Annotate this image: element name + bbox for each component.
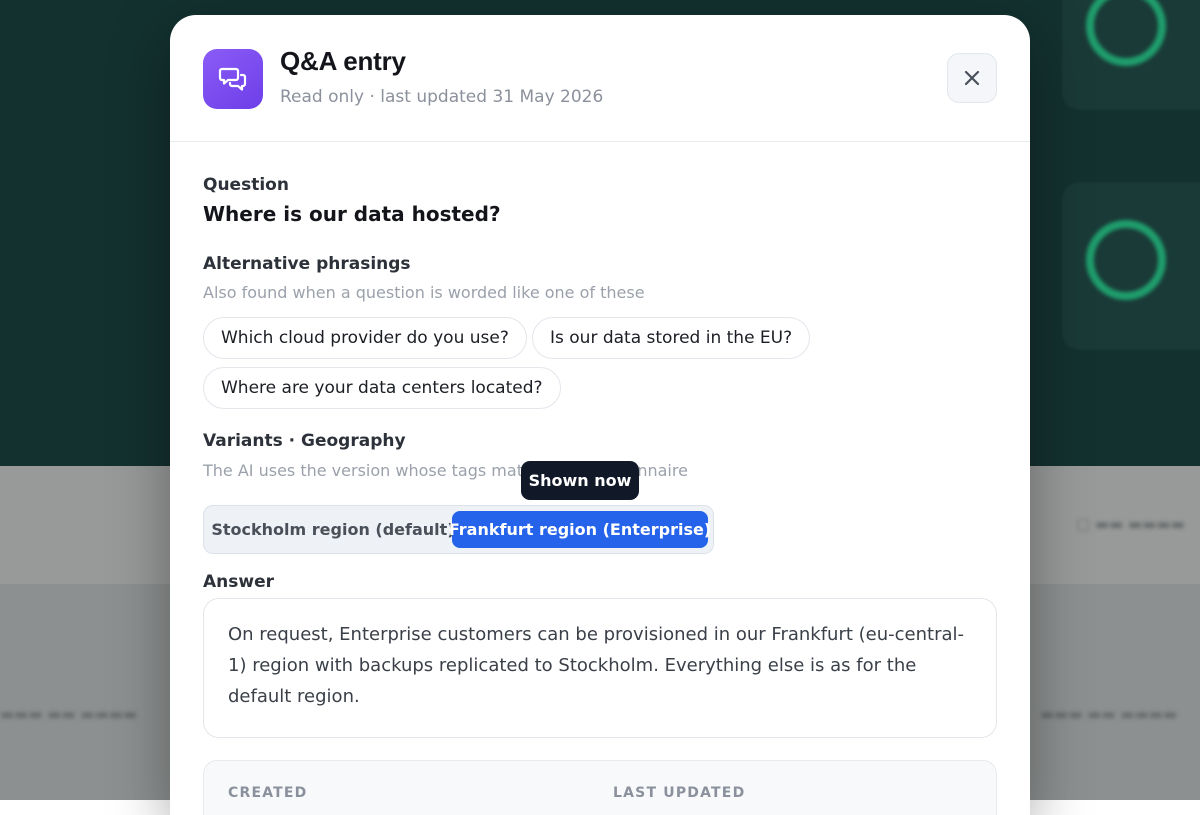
alternative-phrasing-chip[interactable]: Which cloud provider do you use? (203, 317, 527, 359)
chat-bubbles-icon (203, 49, 263, 109)
modal-header: Q&A entry Read only · last updated 31 Ma… (170, 15, 1030, 142)
entry-metadata-card: CREATED LAST UPDATED (203, 760, 997, 815)
background-progress-ring (1086, 220, 1166, 300)
alternatives-hint: Also found when a question is worded lik… (203, 283, 645, 302)
answer-text: On request, Enterprise customers can be … (203, 598, 997, 738)
question-label: Question (203, 175, 289, 195)
question-text: Where is our data hosted? (203, 202, 501, 226)
alternative-phrasing-chip[interactable]: Is our data stored in the EU? (532, 317, 811, 359)
variant-option-frankfurt[interactable]: Frankfurt region (Enterprise) (449, 511, 711, 548)
background-row-text: ▬▬▬ ▬▬ ▬▬▬▬ (0, 705, 138, 723)
variant-option-stockholm[interactable]: Stockholm region (default) (211, 511, 454, 548)
answer-label: Answer (203, 572, 274, 592)
close-icon (964, 70, 980, 86)
created-label: CREATED (228, 785, 308, 801)
background-filter-text: ▢ ▬▬ ▬▬▬▬ (1076, 515, 1185, 533)
background-stat-card (1062, 0, 1200, 110)
qa-entry-modal: Q&A entry Read only · last updated 31 Ma… (170, 15, 1030, 815)
background-progress-ring (1086, 0, 1166, 66)
last-updated-label: LAST UPDATED (613, 785, 746, 801)
close-button[interactable] (947, 53, 997, 103)
variants-label: Variants · Geography (203, 431, 406, 451)
background-row-text: ▬▬▬ ▬▬ ▬▬▬▬ (1040, 705, 1178, 723)
shown-now-tooltip: Shown now (521, 461, 639, 500)
alternative-phrasing-chip[interactable]: Where are your data centers located? (203, 367, 561, 409)
variant-selector: Stockholm region (default) Frankfurt reg… (203, 505, 714, 554)
background-stat-card (1062, 182, 1200, 350)
alternatives-label: Alternative phrasings (203, 254, 411, 274)
modal-title: Q&A entry (280, 46, 406, 76)
modal-subtitle: Read only · last updated 31 May 2026 (280, 87, 604, 107)
